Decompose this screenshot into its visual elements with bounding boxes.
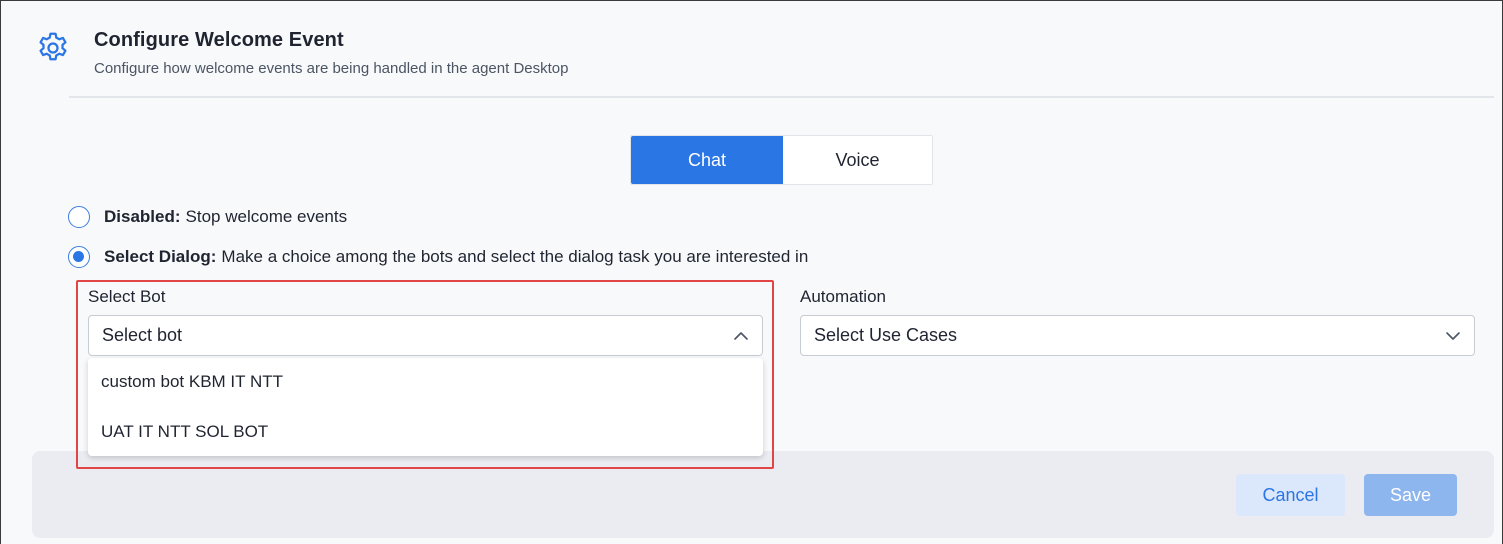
select-bot-value: Select bot xyxy=(102,325,183,345)
save-button[interactable]: Save xyxy=(1364,474,1457,516)
automation-value: Select Use Cases xyxy=(814,325,958,345)
radio-option-disabled[interactable]: Disabled: Stop welcome events xyxy=(68,206,347,228)
radio-select-dialog-label: Select Dialog: Make a choice among the bo… xyxy=(104,247,808,267)
select-bot-dropdown[interactable]: Select bot xyxy=(88,315,763,356)
radio-select-dialog-title: Select Dialog: xyxy=(104,247,217,266)
chevron-down-icon xyxy=(1446,332,1460,340)
configure-welcome-event-panel: Configure Welcome Event Configure how we… xyxy=(0,0,1503,544)
tab-chat[interactable]: Chat xyxy=(631,136,783,184)
automation-label: Automation xyxy=(800,287,886,306)
page-title: Configure Welcome Event xyxy=(94,29,344,51)
page-subtitle: Configure how welcome events are being h… xyxy=(94,60,569,77)
radio-disabled[interactable] xyxy=(68,206,90,228)
select-bot-options-list: custom bot KBM IT NTT UAT IT NTT SOL BOT xyxy=(88,358,763,456)
radio-disabled-description: Stop welcome events xyxy=(185,207,348,226)
gear-icon xyxy=(39,32,67,61)
radio-select-dialog-description: Make a choice among the bots and select … xyxy=(221,247,809,266)
bot-option-uat-it-ntt[interactable]: UAT IT NTT SOL BOT xyxy=(101,422,268,442)
bot-option-custom-bot-kbm[interactable]: custom bot KBM IT NTT xyxy=(101,372,283,392)
select-bot-label: Select Bot xyxy=(88,287,166,306)
chevron-up-icon xyxy=(734,332,748,340)
cancel-button[interactable]: Cancel xyxy=(1236,474,1345,516)
radio-option-select-dialog[interactable]: Select Dialog: Make a choice among the bo… xyxy=(68,246,808,268)
radio-disabled-title: Disabled: xyxy=(104,207,181,226)
header-divider xyxy=(69,96,1494,98)
radio-select-dialog[interactable] xyxy=(68,246,90,268)
radio-disabled-label: Disabled: Stop welcome events xyxy=(104,207,347,227)
channel-toggle: Chat Voice xyxy=(630,135,933,185)
tab-voice[interactable]: Voice xyxy=(783,136,932,184)
automation-dropdown[interactable]: Select Use Cases xyxy=(800,315,1475,356)
